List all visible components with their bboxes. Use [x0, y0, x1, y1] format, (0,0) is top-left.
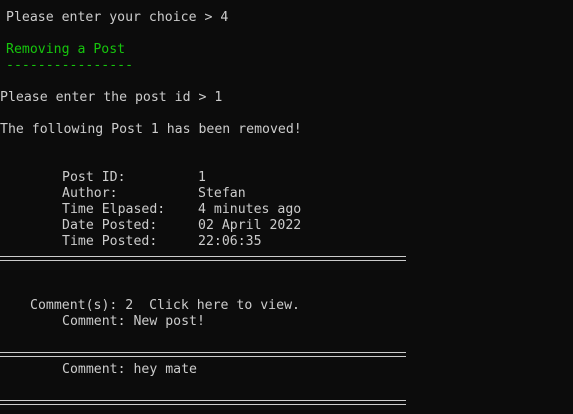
- separator-line: [0, 400, 406, 405]
- removed-message: The following Post 1 has been removed!: [0, 122, 302, 137]
- comment-item: Comment: hey mate: [62, 362, 197, 377]
- console-window: Please enter your choice > 4 Removing a …: [0, 0, 573, 414]
- time-posted-value: 22:06:35: [198, 234, 262, 249]
- separator-line: [0, 352, 406, 357]
- separator-line: [0, 256, 406, 261]
- time-elapsed-label: Time Elpased:: [62, 202, 166, 217]
- comments-header: Comment(s): 2 Click here to view.: [30, 298, 300, 313]
- time-posted-label: Time Posted:: [62, 234, 158, 249]
- author-label: Author:: [62, 186, 118, 201]
- choice-prompt: Please enter your choice > 4: [6, 10, 229, 25]
- comment-item: Comment: New post!: [62, 314, 205, 329]
- section-title: Removing a Post: [6, 42, 126, 57]
- post-id-value: 1: [198, 170, 206, 185]
- author-value: Stefan: [198, 186, 246, 201]
- post-id-prompt: Please enter the post id > 1: [0, 90, 223, 105]
- date-posted-value: 02 April 2022: [198, 218, 302, 233]
- time-elapsed-value: 4 minutes ago: [198, 202, 302, 217]
- post-id-label: Post ID:: [62, 170, 126, 185]
- section-underline: ----------------: [6, 58, 134, 73]
- date-posted-label: Date Posted:: [62, 218, 158, 233]
